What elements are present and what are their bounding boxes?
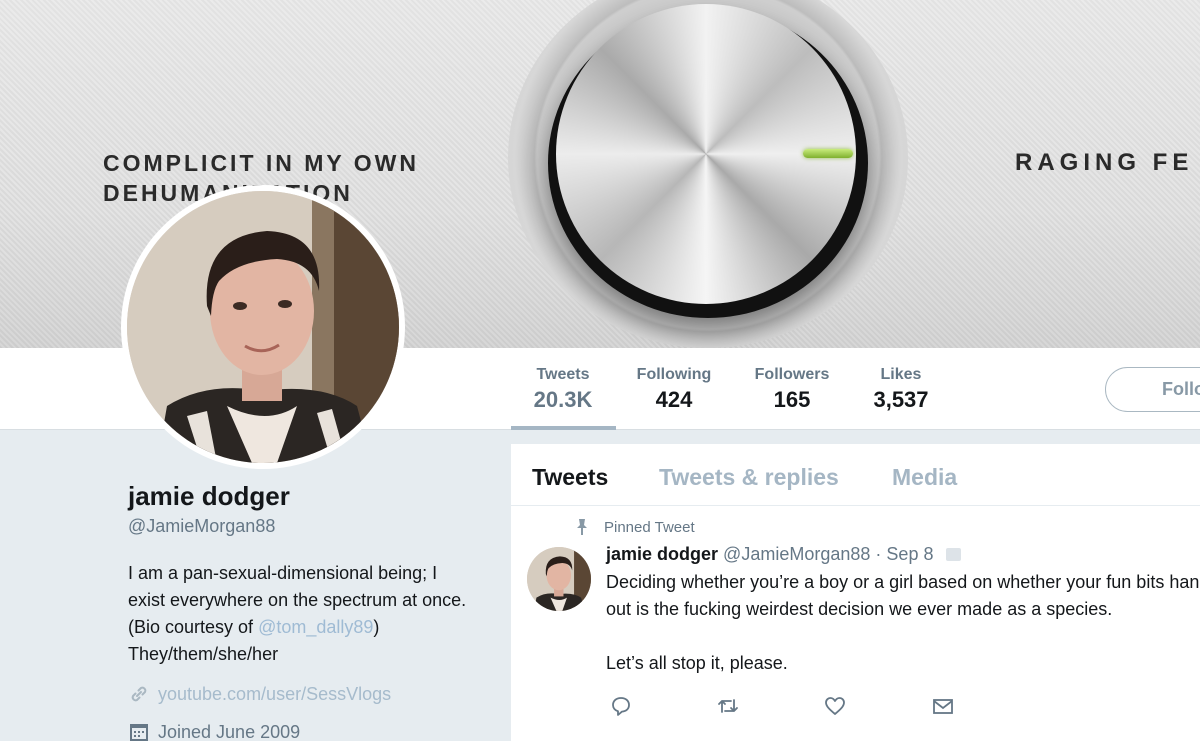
stat-tweets-value: 20.3K: [533, 387, 593, 412]
tweet-actions: [511, 694, 1200, 718]
stat-followers[interactable]: Followers 165: [752, 366, 832, 413]
stat-followers-value: 165: [773, 387, 811, 412]
retweet-icon[interactable]: [716, 694, 740, 718]
link-icon: [131, 686, 147, 702]
stat-likes[interactable]: Likes 3,537: [868, 366, 934, 413]
profile-website-row: youtube.com/user/SessVlogs: [128, 683, 391, 705]
reply-icon[interactable]: [609, 694, 633, 718]
stat-following-value: 424: [655, 387, 693, 412]
bio-text-close: ): [373, 617, 380, 637]
profile-handle: @JamieMorgan88: [128, 516, 276, 536]
follow-button[interactable]: Follow: [1105, 367, 1200, 412]
banner-left-line1: COMPLICIT IN MY OWN: [103, 150, 419, 176]
profile-avatar-frame[interactable]: [121, 185, 405, 469]
tweet-separator: ·: [875, 544, 882, 564]
bio-mention-link[interactable]: @tom_dally89: [258, 617, 373, 637]
banner-knob-indicator: [803, 149, 853, 158]
tweet-timestamp[interactable]: Sep 8: [886, 544, 933, 564]
tweet-media-icon: [946, 548, 962, 561]
active-stat-underline: [511, 426, 616, 430]
tweet-author-avatar[interactable]: [527, 547, 591, 611]
message-icon[interactable]: [931, 694, 955, 718]
avatar-portrait: [127, 191, 399, 463]
stat-following[interactable]: Following 424: [635, 366, 713, 413]
pinned-tweet-context: Pinned Tweet: [574, 518, 695, 536]
tweet-author-name[interactable]: jamie dodger: [606, 544, 718, 564]
profile-bio: I am a pan-sexual-dimensional being; I e…: [128, 560, 478, 668]
tab-tweets-and-replies[interactable]: Tweets & replies: [659, 464, 839, 491]
profile-name[interactable]: jamie dodger: [128, 481, 290, 512]
banner-right-caption: RAGING FE: [1015, 149, 1194, 176]
avatar: [127, 191, 399, 463]
stat-likes-label: Likes: [880, 366, 922, 383]
profile-joined-date: Joined June 2009: [158, 721, 301, 741]
tweet-avatar-portrait: [527, 547, 591, 611]
like-icon[interactable]: [823, 694, 847, 718]
tweet-header: jamie dodger @JamieMorgan88 · Sep 8: [606, 544, 962, 565]
calendar-icon: [130, 724, 148, 741]
tab-tweets[interactable]: Tweets: [532, 464, 608, 491]
pin-icon: [577, 519, 587, 535]
stat-tweets[interactable]: Tweets 20.3K: [531, 366, 595, 413]
timeline-card: Tweets Tweets & replies Media Pinned Twe…: [511, 444, 1200, 741]
tweet-author-handle[interactable]: @JamieMorgan88: [723, 544, 870, 564]
tweet-text: Deciding whether you’re a boy or a girl …: [606, 572, 1200, 673]
stat-following-label: Following: [636, 366, 712, 383]
timeline-tabs: Tweets Tweets & replies Media: [511, 444, 1200, 506]
pinned-label: Pinned Tweet: [604, 518, 695, 536]
tab-media[interactable]: Media: [892, 464, 957, 491]
stat-tweets-label: Tweets: [536, 366, 590, 383]
bio-pronouns: They/them/she/her: [128, 644, 279, 664]
stat-likes-value: 3,537: [873, 387, 929, 412]
profile-website-link[interactable]: youtube.com/user/SessVlogs: [158, 684, 391, 705]
profile-joined-row: Joined June 2009: [128, 721, 300, 741]
stat-followers-label: Followers: [754, 366, 830, 383]
